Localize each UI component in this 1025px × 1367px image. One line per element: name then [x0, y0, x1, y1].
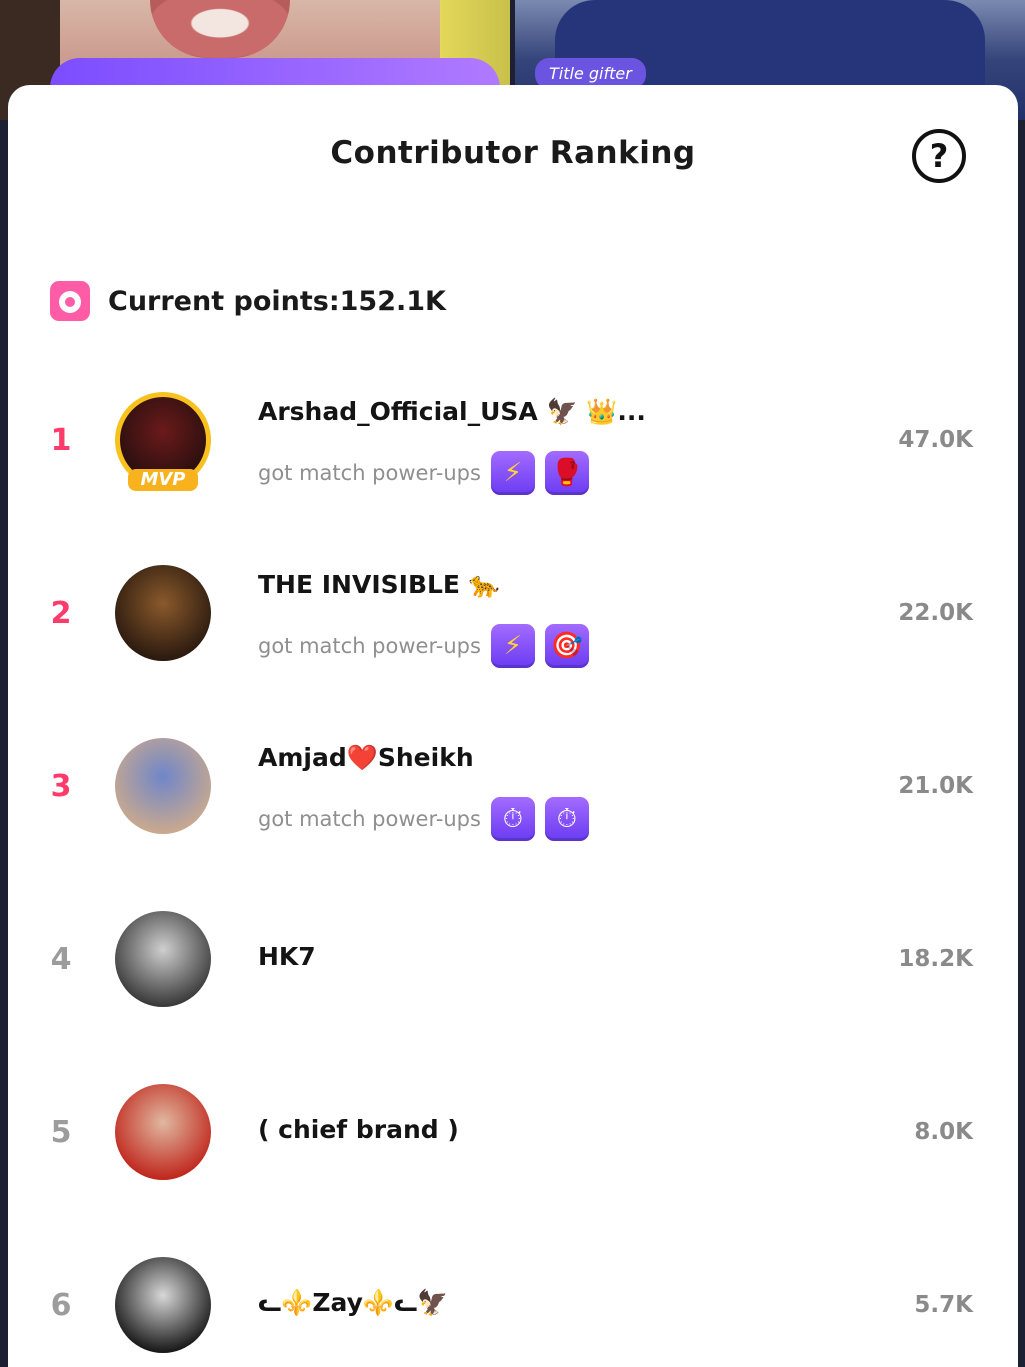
sheet-title: Contributor Ranking [330, 135, 696, 171]
lightning-icon: ⚡ [490, 624, 535, 668]
contributor-name[interactable]: THE INVISIBLE 🐆 [258, 570, 500, 600]
ranking-row[interactable]: 5 ( chief brand ) 8.0K [8, 1057, 1018, 1207]
avatar[interactable] [115, 911, 211, 1007]
ranking-row[interactable]: 1 MVP Arshad_Official_USA 🦅 👑... got match … [8, 365, 1018, 515]
powerups-row: got match power-ups ⚡ 🥊 [258, 451, 599, 495]
current-points: Current points:152.1K [50, 279, 446, 323]
help-icon[interactable]: ? [912, 129, 966, 183]
timer-icon: ⏱ [544, 797, 589, 841]
powerups-row: got match power-ups ⏱ ⏱ [258, 797, 599, 841]
points-icon [50, 281, 90, 321]
rank-number: 4 [50, 941, 72, 977]
ranking-row[interactable]: 3 Amjad❤️Sheikh got match power-ups ⏱ ⏱ 21.0K [8, 711, 1018, 861]
contributor-name[interactable]: Amjad❤️Sheikh [258, 743, 474, 773]
contributor-name[interactable]: ( chief brand ) [258, 1115, 459, 1144]
avatar[interactable] [115, 1257, 211, 1353]
contribution-score: 21.0K [898, 773, 973, 799]
rank-number: 3 [50, 768, 72, 804]
glove-icon: 🥊 [544, 451, 589, 495]
target-icon: 🎯 [544, 624, 589, 668]
contributor-name[interactable]: Arshad_Official_USA 🦅 👑... [258, 397, 646, 427]
ranking-row[interactable]: 4 HK7 18.2K [8, 884, 1018, 1034]
contribution-score: 18.2K [898, 946, 973, 972]
ranking-row[interactable]: 6 ᓚ⚜️Zay⚜️ᓚ🦅 5.7K [8, 1230, 1018, 1367]
timer-icon: ⏱ [490, 797, 535, 841]
rank-number: 5 [50, 1114, 72, 1150]
ranking-row[interactable]: 2 THE INVISIBLE 🐆 got match power-ups ⚡ 🎯 22.… [8, 538, 1018, 688]
live-screen: Title gifter Contributor Ranking ? Curre… [0, 0, 1025, 1367]
powerups-label: got match power-ups [258, 461, 481, 485]
mvp-badge: MVP [128, 469, 198, 491]
contributor-name[interactable]: ᓚ⚜️Zay⚜️ᓚ🦅 [258, 1288, 448, 1318]
lightning-icon: ⚡ [490, 451, 535, 495]
contributor-name[interactable]: HK7 [258, 942, 316, 971]
powerups-label: got match power-ups [258, 634, 481, 658]
avatar[interactable] [115, 565, 211, 661]
contribution-score: 8.0K [914, 1119, 973, 1145]
rank-number: 2 [50, 595, 72, 631]
rank-number: 1 [50, 422, 72, 458]
current-points-label: Current points:152.1K [108, 285, 446, 317]
powerups-label: got match power-ups [258, 807, 481, 831]
rank-number: 6 [50, 1287, 72, 1323]
avatar[interactable] [115, 738, 211, 834]
powerups-row: got match power-ups ⚡ 🎯 [258, 624, 599, 668]
contribution-score: 47.0K [898, 427, 973, 453]
contribution-score: 5.7K [914, 1292, 973, 1318]
contribution-score: 22.0K [898, 600, 973, 626]
avatar[interactable] [115, 1084, 211, 1180]
contributor-ranking-sheet: Contributor Ranking ? Current points:152… [8, 85, 1018, 1367]
